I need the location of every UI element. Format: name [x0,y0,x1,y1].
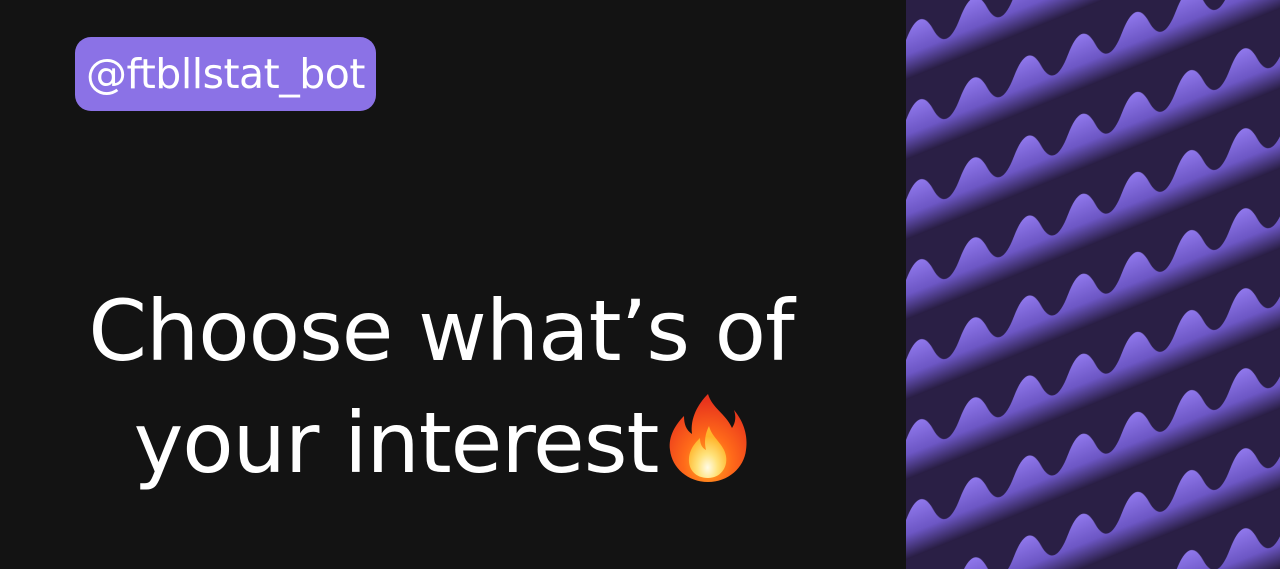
bot-handle-badge: @ftbllstat_bot [75,37,376,111]
wave-pattern-panel [906,0,1280,569]
wave-pattern-graphic [906,0,1280,569]
text-panel: @ftbllstat_bot Choose what’s of your int… [0,0,906,569]
promo-banner: @ftbllstat_bot Choose what’s of your int… [0,0,1280,569]
bot-handle-text: @ftbllstat_bot [86,50,365,98]
headline: Choose what’s of your interest [38,275,844,499]
headline-line-2-row: your interest [38,387,844,499]
headline-line-2: your interest [133,394,660,492]
headline-line-1: Choose what’s of [88,282,794,380]
fire-emoji-icon [670,394,747,482]
